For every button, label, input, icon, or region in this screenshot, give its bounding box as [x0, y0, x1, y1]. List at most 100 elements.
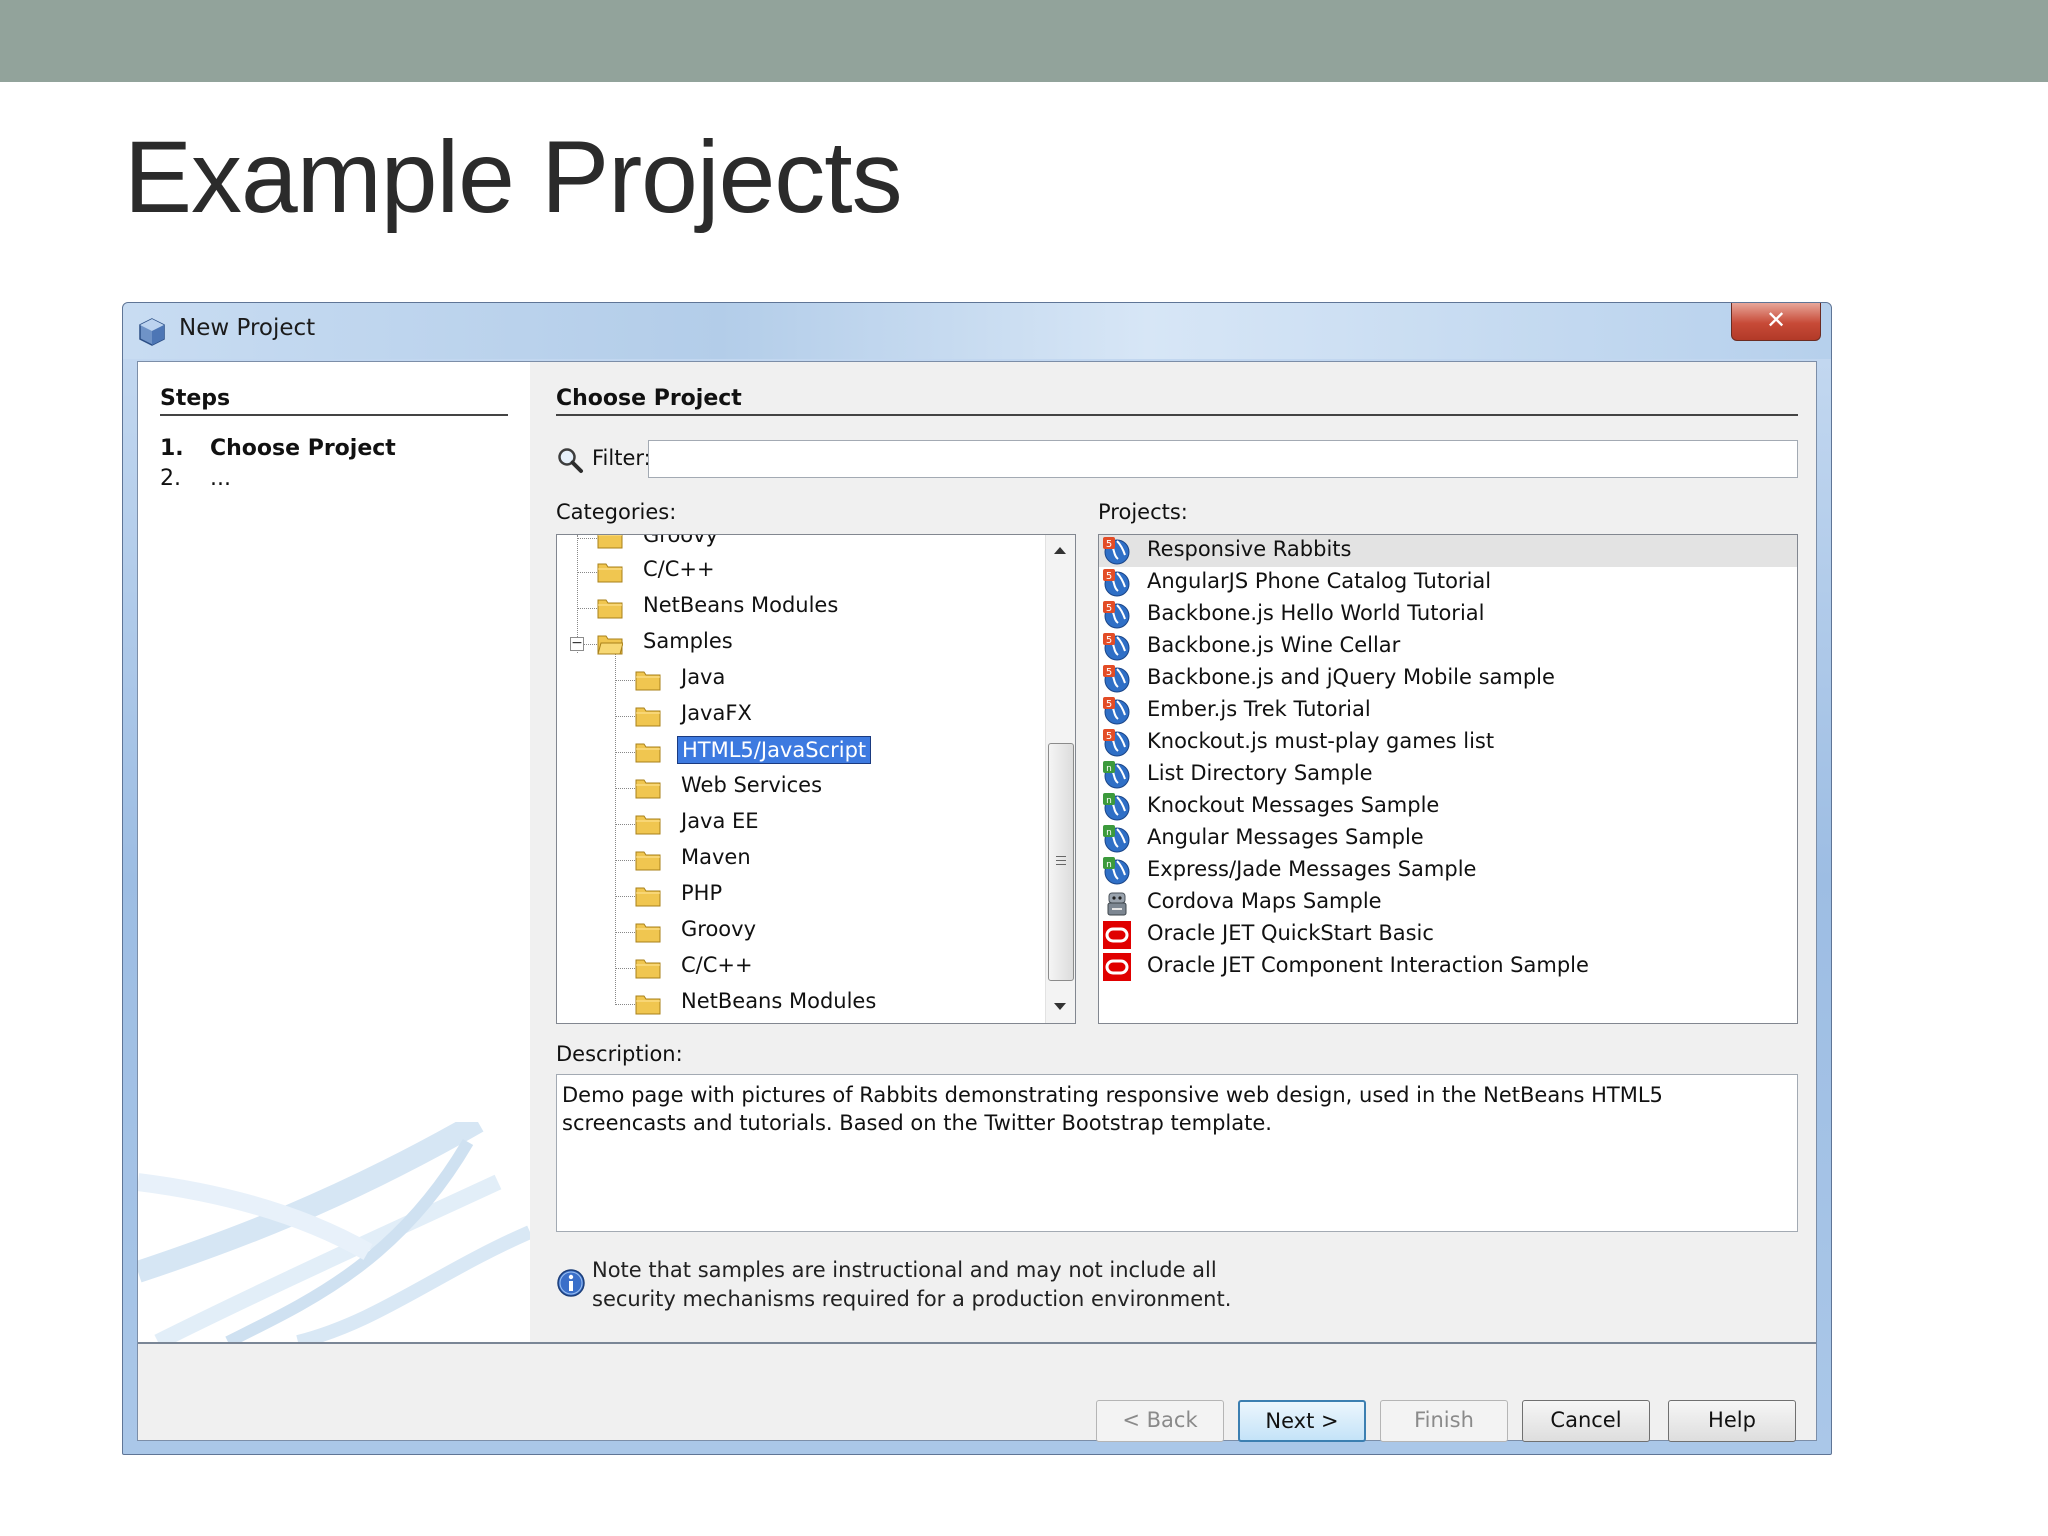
category-item[interactable]: C/C++ [557, 951, 1037, 985]
category-item[interactable]: Groovy [557, 535, 1037, 555]
project-item[interactable]: 5 Backbone.js Hello World Tutorial [1099, 599, 1797, 631]
html5-globe-icon: 5 [1103, 729, 1130, 757]
close-button[interactable]: ✕ [1731, 303, 1821, 341]
svg-text:5: 5 [1106, 603, 1112, 614]
cancel-button[interactable]: Cancel [1522, 1400, 1650, 1442]
title-bar[interactable]: New Project ✕ [123, 303, 1831, 359]
close-icon: ✕ [1765, 306, 1787, 334]
steps-divider [160, 414, 508, 416]
category-item[interactable]: Web Services [557, 771, 1037, 805]
html5-globe-icon: 5 [1103, 569, 1130, 597]
scroll-down-icon[interactable] [1054, 1003, 1066, 1010]
project-item[interactable]: Oracle JET QuickStart Basic [1099, 919, 1797, 951]
steps-heading: Steps [160, 386, 231, 411]
description-label: Description: [556, 1042, 683, 1066]
nodejs-globe-icon: n [1103, 793, 1130, 821]
project-item[interactable]: n List Directory Sample [1099, 759, 1797, 791]
project-item[interactable]: Oracle JET Component Interaction Sample [1099, 951, 1797, 983]
folder-icon [635, 887, 661, 907]
folder-icon [597, 563, 623, 583]
category-item[interactable]: Maven [557, 843, 1037, 877]
folder-icon [635, 959, 661, 979]
folder-icon [635, 779, 661, 799]
cordova-robot-icon [1107, 892, 1127, 916]
html5-globe-icon: 5 [1103, 601, 1130, 629]
step-label: ... [210, 466, 231, 491]
netbeans-cube-icon [139, 318, 165, 346]
project-item[interactable]: 5 Backbone.js Wine Cellar [1099, 631, 1797, 663]
note-line-2: security mechanisms required for a produ… [592, 1287, 1232, 1311]
step-label: Choose Project [210, 436, 396, 461]
svg-text:n: n [1106, 828, 1112, 838]
category-item[interactable]: Java [557, 663, 1037, 697]
step-number: 1. [160, 436, 184, 461]
folder-icon [597, 535, 623, 549]
category-item[interactable]: NetBeans Modules [557, 591, 1037, 625]
search-icon [558, 448, 583, 473]
project-item-highlighted[interactable]: 5 Responsive Rabbits [1099, 535, 1797, 567]
svg-text:5: 5 [1106, 539, 1112, 550]
folder-icon [635, 923, 661, 943]
project-item[interactable]: 5 Knockout.js must-play games list [1099, 727, 1797, 759]
dialog-client-area: Steps 1. Choose Project 2.... Choose Proj… [137, 361, 1817, 1442]
footer-divider [138, 1342, 1816, 1344]
html5-globe-icon: 5 [1103, 633, 1130, 661]
category-item[interactable]: JavaFX [557, 699, 1037, 733]
category-item[interactable]: NetBeans Modules [557, 987, 1037, 1021]
filter-input[interactable] [648, 440, 1798, 478]
description-text: Demo page with pictures of Rabbits demon… [556, 1074, 1798, 1232]
category-item[interactable]: C/C++ [557, 555, 1037, 589]
categories-scrollbar[interactable] [1045, 535, 1075, 1023]
step-number: 2. [160, 466, 181, 491]
svg-text:n: n [1106, 860, 1112, 870]
scroll-up-icon[interactable] [1054, 547, 1066, 554]
steps-pane: Steps 1. Choose Project 2.... [138, 362, 530, 1342]
folder-open-icon [597, 635, 623, 655]
step-item-choose-project: 1. Choose Project [160, 436, 396, 461]
window-title: New Project [179, 315, 316, 341]
oracle-jet-icon [1103, 921, 1131, 949]
back-button[interactable]: < Back [1096, 1400, 1224, 1442]
project-item[interactable]: n Angular Messages Sample [1099, 823, 1797, 855]
choose-project-heading: Choose Project [556, 386, 742, 411]
note-line-1: Note that samples are instructional and … [592, 1258, 1217, 1282]
category-item[interactable]: PHP [557, 879, 1037, 913]
new-project-dialog: New Project ✕ Steps 1. Choose Project 2..… [122, 302, 1832, 1455]
svg-text:n: n [1106, 764, 1112, 774]
project-item[interactable]: 5 AngularJS Phone Catalog Tutorial [1099, 567, 1797, 599]
project-item[interactable]: n Knockout Messages Sample [1099, 791, 1797, 823]
oracle-jet-icon [1103, 953, 1131, 981]
decorative-swirl [138, 1122, 530, 1342]
filter-label: Filter: [592, 446, 651, 470]
collapse-toggle[interactable]: − [570, 636, 584, 651]
slide-title: Example Projects [124, 120, 903, 234]
project-item[interactable]: n Express/Jade Messages Sample [1099, 855, 1797, 887]
next-button[interactable]: Next > [1238, 1400, 1366, 1442]
nodejs-globe-icon: n [1103, 761, 1130, 789]
svg-text:5: 5 [1106, 699, 1112, 710]
project-item[interactable]: 5 Ember.js Trek Tutorial [1099, 695, 1797, 727]
svg-text:5: 5 [1106, 667, 1112, 678]
svg-text:5: 5 [1106, 731, 1112, 742]
projects-list[interactable]: 5 Responsive Rabbits 5 AngularJS Phone C… [1098, 534, 1798, 1024]
categories-label: Categories: [556, 500, 677, 524]
project-item[interactable]: Cordova Maps Sample [1099, 887, 1797, 919]
nodejs-globe-icon: n [1103, 857, 1130, 885]
category-item-html5-selected[interactable]: HTML5/JavaScript [557, 735, 1037, 769]
category-item[interactable]: Java EE [557, 807, 1037, 841]
folder-icon [635, 707, 661, 727]
nodejs-globe-icon: n [1103, 825, 1130, 853]
security-note: Note that samples are instructional and … [592, 1256, 1231, 1314]
category-item[interactable]: Groovy [557, 915, 1037, 949]
folder-icon [635, 815, 661, 835]
finish-button[interactable]: Finish [1380, 1400, 1508, 1442]
category-item-samples[interactable]: − Samples [557, 627, 1037, 661]
scroll-thumb[interactable] [1048, 743, 1074, 981]
project-item[interactable]: 5 Backbone.js and jQuery Mobile sample [1099, 663, 1797, 695]
info-icon [557, 1269, 585, 1297]
categories-tree[interactable]: Groovy C/C++ NetBeans Modules − Samples [556, 534, 1076, 1024]
help-button[interactable]: Help [1668, 1400, 1796, 1442]
folder-icon [635, 743, 661, 763]
folder-icon [635, 671, 661, 691]
folder-icon [635, 851, 661, 871]
